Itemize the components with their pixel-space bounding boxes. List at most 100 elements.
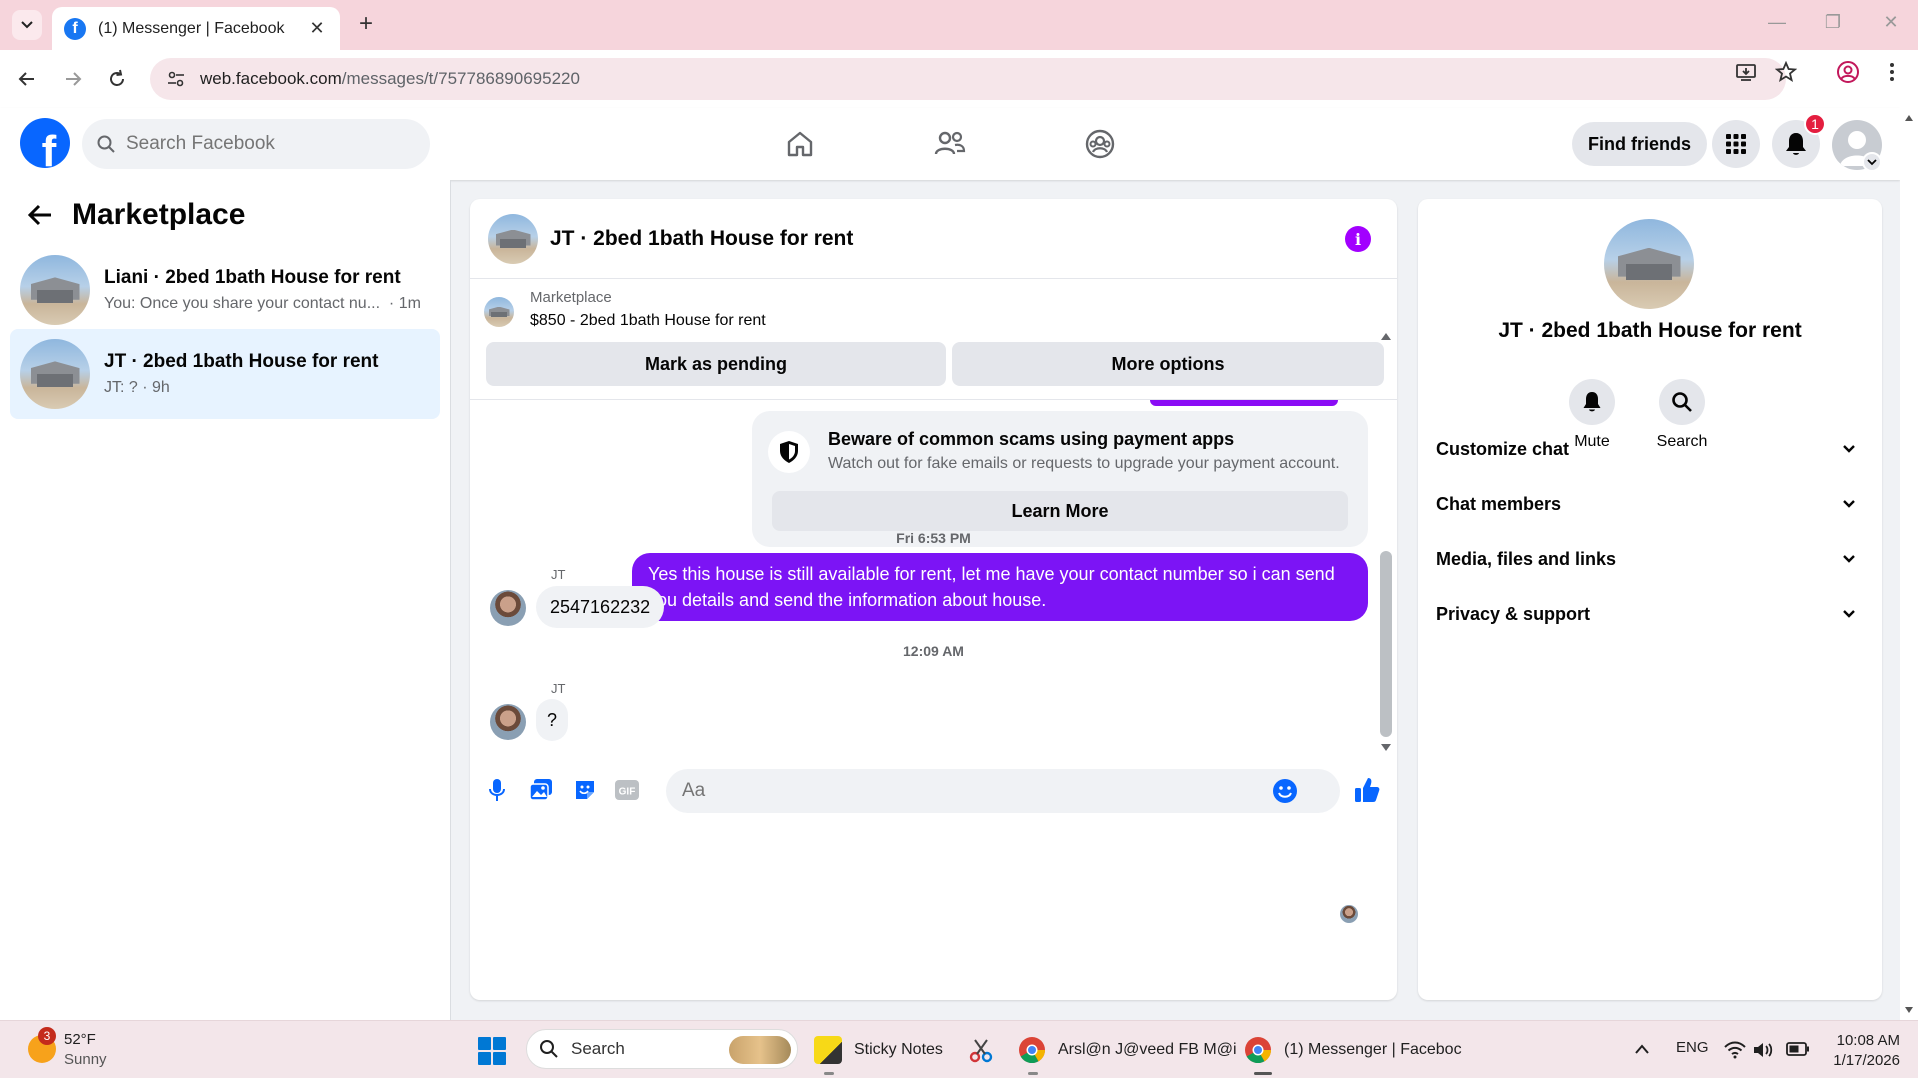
battery-icon[interactable]	[1786, 1042, 1810, 1056]
conversation-avatar[interactable]	[1604, 219, 1694, 309]
arrow-left-icon	[18, 72, 34, 86]
wifi-icon[interactable]	[1724, 1041, 1746, 1059]
system-clock[interactable]: 10:08 AM 1/17/2026	[1826, 1031, 1900, 1071]
app-label: (1) Messenger | Faceboc	[1284, 1041, 1462, 1058]
incoming-message[interactable]: 2547162232	[536, 586, 665, 628]
listing-summary[interactable]: Marketplace $850 - 2bed 1bath House for …	[484, 289, 766, 330]
taskbar-app-snipping-tool[interactable]	[966, 1031, 996, 1069]
friends-icon[interactable]	[932, 126, 968, 162]
taskbar-app-chrome-profile-1[interactable]: Arsl@n J@veed FB M@i	[1018, 1031, 1237, 1075]
app-label: Sticky Notes	[854, 1041, 943, 1058]
facebook-logo-icon[interactable]: f	[20, 118, 70, 168]
chat-members-row[interactable]: Chat members	[1436, 482, 1864, 526]
tab-title: (1) Messenger | Facebook	[98, 19, 285, 37]
grid-menu-icon	[1726, 134, 1746, 154]
message-composer: GIF	[470, 765, 1397, 825]
home-icon[interactable]	[782, 126, 818, 162]
facebook-header: f Find friends 1	[0, 108, 1900, 180]
row-label: Chat members	[1436, 493, 1562, 514]
outgoing-message[interactable]: Yes this house is still available for re…	[632, 553, 1368, 621]
install-app-icon[interactable]	[1732, 58, 1760, 86]
emoji-icon[interactable]	[1272, 778, 1298, 804]
sidebar-title: Marketplace	[72, 198, 246, 231]
volume-icon[interactable]	[1752, 1041, 1774, 1059]
search-icon	[540, 1040, 558, 1058]
notification-badge: 1	[1804, 113, 1826, 135]
gif-icon[interactable]: GIF	[612, 775, 642, 805]
page-scrollbar[interactable]	[1900, 108, 1918, 1020]
restore-window-button[interactable]: ❐	[1818, 12, 1848, 33]
chat-scrollbar-thumb[interactable]	[1380, 551, 1392, 737]
browser-menu-icon[interactable]	[1878, 58, 1906, 86]
browser-tab-messenger[interactable]: f (1) Messenger | Facebook ✕	[52, 7, 340, 50]
scroll-up-arrow-icon[interactable]	[1904, 114, 1914, 122]
weather-temperature[interactable]: 52°F	[64, 1031, 96, 1048]
conversation-item-liani[interactable]: Liani · 2bed 1bath House for rent You: O…	[10, 245, 440, 335]
account-caret-icon[interactable]	[1862, 152, 1882, 172]
snipping-tool-icon	[969, 1039, 993, 1063]
incoming-message[interactable]: ?	[536, 699, 568, 741]
customize-chat-row[interactable]: Customize chat	[1436, 427, 1864, 471]
close-window-button[interactable]: ✕	[1876, 12, 1906, 33]
facebook-search-bar[interactable]	[82, 119, 430, 169]
scroll-up-arrow-icon[interactable]	[1380, 331, 1392, 341]
conversation-info-panel: JT · 2bed 1bath House for rent Mute Sear…	[1418, 199, 1882, 1000]
input-language[interactable]: ENG	[1676, 1039, 1709, 1056]
bookmark-star-icon[interactable]	[1772, 58, 1800, 86]
address-bar[interactable]: web.facebook.com/messages/t/757786890695…	[150, 58, 1786, 100]
back-arrow-icon[interactable]	[24, 199, 56, 231]
chat-avatar[interactable]	[488, 213, 538, 264]
sender-avatar[interactable]	[490, 704, 526, 740]
new-tab-button[interactable]: +	[352, 10, 380, 38]
site-settings-icon[interactable]	[164, 67, 188, 91]
message-timestamp: 12:09 AM	[903, 643, 964, 659]
scam-warning-card: Beware of common scams using payment app…	[752, 411, 1368, 547]
windows-start-icon[interactable]	[478, 1037, 506, 1065]
taskbar-app-sticky-notes[interactable]: Sticky Notes	[814, 1031, 943, 1075]
privacy-support-row[interactable]: Privacy & support	[1436, 592, 1864, 636]
close-tab-icon[interactable]: ✕	[306, 18, 328, 39]
taskbar-search[interactable]: Search	[526, 1029, 798, 1069]
show-hidden-icons-chevron-up-icon[interactable]	[1634, 1043, 1650, 1055]
weather-condition[interactable]: Sunny	[64, 1051, 107, 1068]
url-text: web.facebook.com/messages/t/757786890695…	[200, 69, 580, 88]
facebook-search-input[interactable]	[126, 133, 406, 155]
menu-button[interactable]	[1712, 120, 1760, 168]
forward-button[interactable]	[58, 64, 88, 94]
mark-as-pending-button[interactable]: Mark as pending	[486, 342, 946, 386]
sender-avatar[interactable]	[490, 590, 526, 626]
message-input[interactable]	[682, 780, 1272, 802]
sticker-icon[interactable]	[570, 775, 600, 805]
shield-icon	[768, 431, 810, 473]
more-options-button[interactable]: More options	[952, 342, 1384, 386]
groups-icon[interactable]	[1082, 126, 1118, 162]
scroll-down-arrow-icon[interactable]	[1380, 743, 1392, 753]
chat-title[interactable]: JT · 2bed 1bath House for rent	[550, 227, 853, 251]
chevron-down-icon	[21, 21, 33, 29]
search-icon	[97, 135, 115, 153]
tab-search-button[interactable]	[12, 10, 42, 40]
chevron-down-icon	[1843, 445, 1855, 453]
back-button[interactable]	[12, 64, 42, 94]
scam-warning-title: Beware of common scams using payment app…	[828, 429, 1235, 449]
running-indicator	[1028, 1072, 1038, 1075]
conversation-item-jt[interactable]: JT · 2bed 1bath House for rent JT: ? · 9…	[10, 329, 440, 419]
thumbs-up-icon[interactable]	[1352, 775, 1382, 805]
marketplace-sidebar: Marketplace Liani · 2bed 1bath House for…	[0, 180, 451, 1020]
media-files-links-row[interactable]: Media, files and links	[1436, 537, 1864, 581]
minimize-window-button[interactable]: —	[1762, 12, 1792, 33]
browser-tab-strip: f (1) Messenger | Facebook ✕ + — ❐ ✕	[0, 0, 1918, 50]
conversation-name: JT · 2bed 1bath House for rent	[1498, 319, 1802, 342]
arrow-right-icon	[66, 72, 82, 86]
profile-icon[interactable]	[1834, 58, 1862, 86]
conversation-info-icon[interactable]: i	[1345, 226, 1371, 252]
find-friends-button[interactable]: Find friends	[1572, 122, 1707, 166]
photo-icon[interactable]	[526, 775, 556, 805]
microphone-icon[interactable]	[482, 775, 512, 805]
chevron-down-icon	[1843, 500, 1855, 508]
reload-button[interactable]	[102, 64, 132, 94]
taskbar-app-chrome-profile-2[interactable]: (1) Messenger | Faceboc	[1244, 1031, 1462, 1075]
scroll-down-arrow-icon[interactable]	[1904, 1006, 1914, 1014]
learn-more-button[interactable]: Learn More	[772, 491, 1348, 531]
active-indicator	[1254, 1072, 1272, 1075]
